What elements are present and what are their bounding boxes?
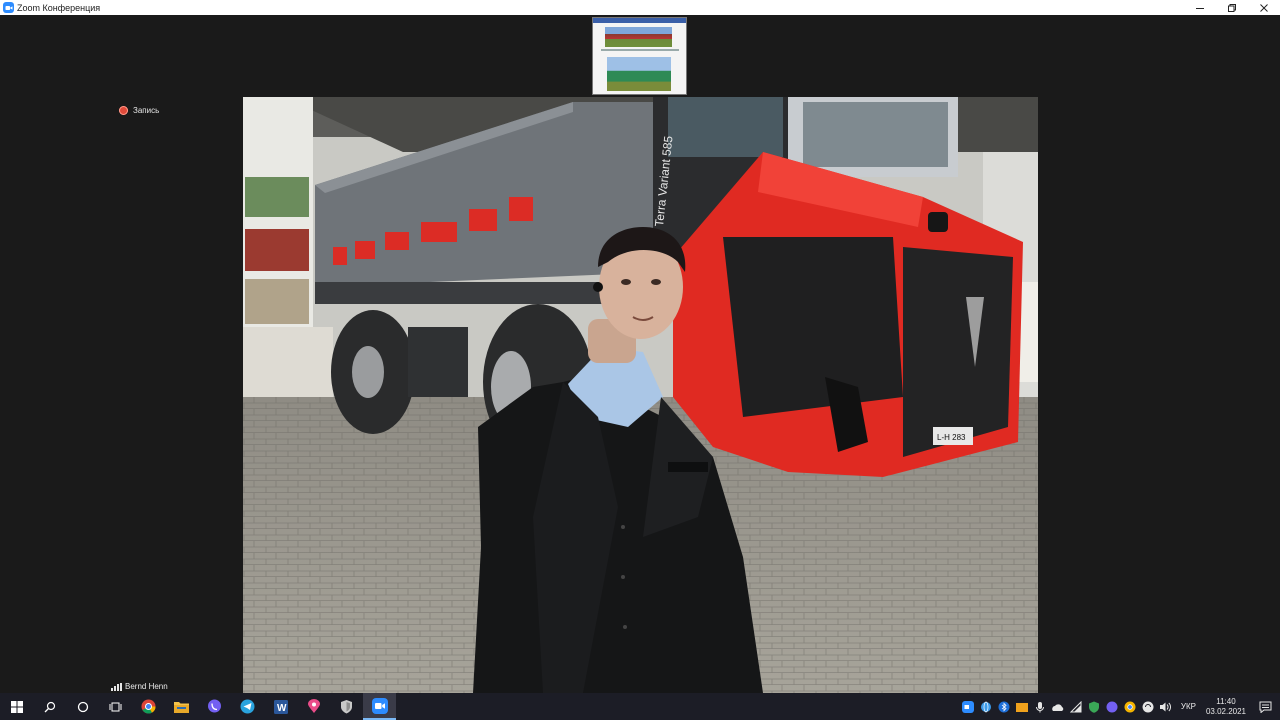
system-tray: УКР 11:40 03.02.2021 <box>959 693 1280 720</box>
start-button[interactable] <box>0 693 33 720</box>
zoom-tray-icon <box>961 700 974 713</box>
license-plate-text: L-H 283 <box>937 433 966 442</box>
screen-share-thumbnail[interactable] <box>592 17 687 95</box>
taskbar-word[interactable]: W <box>264 693 297 720</box>
onedrive-tray-button[interactable] <box>1051 700 1065 714</box>
search-icon <box>44 701 55 712</box>
windows-taskbar: W УКР 11:40 03.02.2021 <box>0 693 1280 720</box>
taskbar-clock[interactable]: 11:40 03.02.2021 <box>1206 697 1246 717</box>
folder-tray-button[interactable] <box>1015 700 1029 714</box>
connection-signal-icon <box>111 682 122 691</box>
chrome-icon <box>141 699 156 714</box>
sync-icon <box>1142 701 1154 712</box>
clock-time: 11:40 <box>1216 696 1236 706</box>
minimize-icon <box>1196 7 1204 9</box>
file-explorer-icon <box>174 702 189 713</box>
participant-name: Bernd Henn <box>125 682 168 691</box>
bluetooth-icon <box>998 701 1010 712</box>
taskbar-telegram[interactable] <box>231 693 264 720</box>
taskbar-viber[interactable] <box>198 693 231 720</box>
restore-icon <box>1228 3 1236 12</box>
globe-icon <box>980 701 991 712</box>
input-language-indicator[interactable]: УКР <box>1181 702 1196 711</box>
word-icon: W <box>273 699 288 714</box>
meeting-stage: Запись Terra Variant 585 L-H 283 Bernd H… <box>0 15 1280 693</box>
speaker-tray-button[interactable] <box>1159 700 1173 714</box>
defender-tray-button[interactable] <box>1087 700 1101 714</box>
chrome-tray-icon <box>1124 701 1136 712</box>
share-thumbnail-image-red-tractor <box>605 27 672 47</box>
microphone-icon <box>1035 701 1044 712</box>
network-tray-button[interactable] <box>1069 700 1083 714</box>
speaker-icon <box>1160 702 1172 711</box>
taskbar-shield-app[interactable] <box>330 693 363 720</box>
folder-tray-icon <box>1015 702 1028 712</box>
search-button[interactable] <box>33 693 66 720</box>
restore-button[interactable] <box>1216 0 1248 15</box>
network-icon <box>1069 700 1082 712</box>
shield-app-icon <box>341 700 352 714</box>
task-view-icon <box>109 702 122 711</box>
clock-date: 03.02.2021 <box>1205 706 1246 716</box>
windows-start-icon <box>10 700 23 713</box>
close-icon <box>1260 3 1268 12</box>
viber-icon <box>208 699 221 713</box>
window-controls <box>1184 0 1280 15</box>
maps-pin-icon <box>307 699 320 713</box>
globe-tray-button[interactable] <box>979 700 993 714</box>
onedrive-icon <box>1052 703 1064 711</box>
viber-tray-icon <box>1106 701 1118 712</box>
zoom-app-icon <box>3 2 14 13</box>
cortana-icon <box>77 701 88 712</box>
share-thumbnail-header <box>593 18 686 23</box>
telegram-icon <box>240 699 255 714</box>
participant-name-tag: Bernd Henn <box>111 682 168 691</box>
video-frame-scene: Terra Variant 585 L-H 283 <box>243 97 1038 693</box>
taskbar-chrome[interactable] <box>132 693 165 720</box>
cortana-button[interactable] <box>66 693 99 720</box>
microphone-tray-button[interactable] <box>1033 700 1047 714</box>
close-button[interactable] <box>1248 0 1280 15</box>
notification-icon <box>1259 701 1271 713</box>
defender-icon <box>1088 701 1099 713</box>
zoom-icon <box>371 697 388 714</box>
window-title: Zoom Конференция <box>17 2 101 13</box>
zoom-tray-button[interactable] <box>961 700 975 714</box>
taskbar-maps[interactable] <box>297 693 330 720</box>
taskbar-file-explorer[interactable] <box>165 693 198 720</box>
recording-indicator[interactable]: Запись <box>119 106 159 115</box>
minimize-button[interactable] <box>1184 0 1216 15</box>
taskbar-zoom[interactable] <box>363 693 396 720</box>
sync-tray-button[interactable] <box>1141 700 1155 714</box>
recording-label: Запись <box>133 106 160 115</box>
record-dot-icon <box>119 106 128 115</box>
window-title-bar: Zoom Конференция <box>0 0 1280 15</box>
share-thumbnail-caption <box>601 49 679 51</box>
participant-video[interactable]: Terra Variant 585 L-H 283 <box>243 97 1038 693</box>
task-view-button[interactable] <box>99 693 132 720</box>
chrome-tray-button[interactable] <box>1123 700 1137 714</box>
bluetooth-tray-button[interactable] <box>997 700 1011 714</box>
viber-tray-button[interactable] <box>1105 700 1119 714</box>
svg-text:W: W <box>277 703 287 714</box>
action-center-button[interactable] <box>1258 700 1272 714</box>
share-thumbnail-image-green-tractor <box>607 57 671 91</box>
